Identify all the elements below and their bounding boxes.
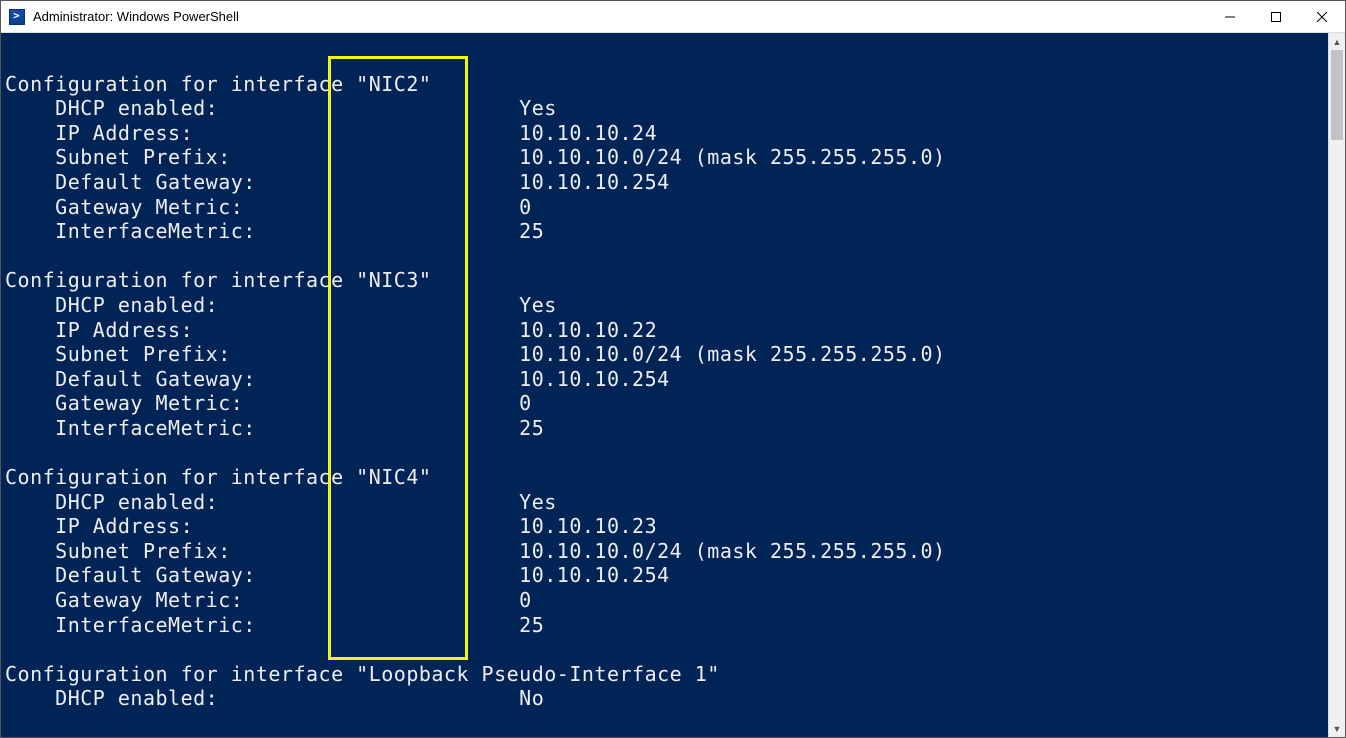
scroll-up-arrow[interactable]: ▲ xyxy=(1329,33,1345,50)
vertical-scrollbar[interactable]: ▲ ▼ xyxy=(1328,33,1345,737)
powershell-icon xyxy=(9,9,25,25)
close-button[interactable] xyxy=(1299,1,1345,33)
maximize-button[interactable] xyxy=(1253,1,1299,33)
scrollbar-track[interactable] xyxy=(1329,50,1345,720)
scroll-down-arrow[interactable]: ▼ xyxy=(1329,720,1345,737)
terminal-output: Configuration for interface "NIC2" DHCP … xyxy=(1,33,1328,711)
scrollbar-thumb[interactable] xyxy=(1331,50,1343,140)
terminal-area[interactable]: Configuration for interface "NIC2" DHCP … xyxy=(1,33,1328,737)
powershell-window: Administrator: Windows PowerShell Config… xyxy=(0,0,1346,738)
minimize-button[interactable] xyxy=(1207,1,1253,33)
window-title: Administrator: Windows PowerShell xyxy=(33,9,239,24)
titlebar[interactable]: Administrator: Windows PowerShell xyxy=(1,1,1345,33)
